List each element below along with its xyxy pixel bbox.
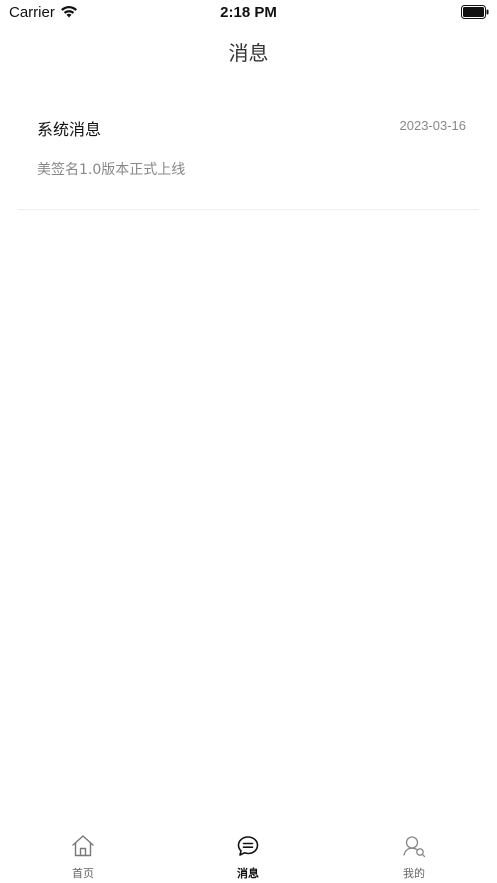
message-date: 2023-03-16	[399, 118, 467, 133]
tab-home-label: 首页	[72, 867, 94, 880]
home-icon	[72, 835, 94, 857]
message-title: 系统消息	[37, 120, 102, 139]
list-item[interactable]: 系统消息 2023-03-16 美签名1.0版本正式上线	[18, 98, 479, 210]
battery-icon	[461, 5, 489, 19]
message-icon	[237, 836, 259, 856]
tab-home[interactable]: 首页	[23, 825, 143, 883]
status-time: 2:18 PM	[220, 4, 277, 21]
status-bar: Carrier 2:18 PM	[0, 0, 497, 26]
tab-messages-label: 消息	[237, 867, 259, 880]
tab-bar: 首页 消息 我的	[0, 825, 497, 883]
profile-icon	[403, 836, 426, 858]
page-title: 消息	[228, 41, 269, 65]
tab-mine-label: 我的	[403, 867, 425, 880]
message-preview: 美签名1.0版本正式上线	[37, 162, 186, 178]
tab-messages[interactable]: 消息	[188, 825, 308, 883]
tab-mine[interactable]: 我的	[354, 825, 474, 883]
